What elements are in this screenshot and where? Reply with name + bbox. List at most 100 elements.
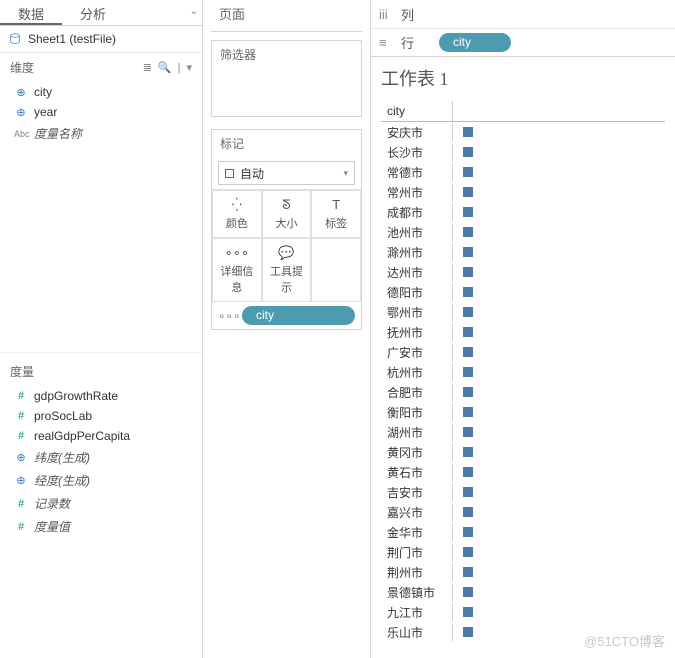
divider-icon: |	[178, 62, 181, 74]
viz-rows[interactable]: 安庆市长沙市常德市常州市成都市池州市滁州市达州市德阳市鄂州市抚州市广安市杭州市合…	[381, 122, 665, 642]
table-row[interactable]: 常德市	[381, 162, 665, 182]
filters-drop-area[interactable]	[212, 68, 361, 116]
hash-icon: #	[14, 430, 28, 442]
data-mark[interactable]	[463, 447, 473, 457]
data-mark[interactable]	[463, 247, 473, 257]
row-label: 池州市	[381, 224, 453, 241]
measure-field[interactable]: #proSocLab	[0, 406, 202, 426]
data-mark[interactable]	[463, 367, 473, 377]
hash-icon: #	[14, 410, 28, 422]
field-label: city	[34, 85, 52, 99]
data-mark[interactable]	[463, 567, 473, 577]
dimensions-list: ⊕city⊕yearAbc度量名称	[0, 80, 202, 147]
left-tabs: 数据 分析 ⌄	[0, 0, 202, 26]
measure-field[interactable]: #gdpGrowthRate	[0, 386, 202, 406]
data-mark[interactable]	[463, 387, 473, 397]
table-row[interactable]: 衡阳市	[381, 402, 665, 422]
measure-field[interactable]: #realGdpPerCapita	[0, 426, 202, 446]
data-mark[interactable]	[463, 407, 473, 417]
table-row[interactable]: 达州市	[381, 262, 665, 282]
data-mark[interactable]	[463, 627, 473, 637]
table-row[interactable]: 广安市	[381, 342, 665, 362]
tab-analysis[interactable]: 分析	[62, 0, 124, 25]
measure-field[interactable]: ⊕经度(生成)	[0, 469, 202, 492]
data-mark[interactable]	[463, 267, 473, 277]
table-row[interactable]: 嘉兴市	[381, 502, 665, 522]
data-mark[interactable]	[463, 587, 473, 597]
data-mark[interactable]	[463, 487, 473, 497]
detail-icon[interactable]: ∘∘∘	[218, 309, 238, 323]
data-pane: 数据 分析 ⌄ Sheet1 (testFile) 维度 ≣ 🔍 | ▾ ⊕ci…	[0, 0, 203, 658]
measure-field[interactable]: ⊕纬度(生成)	[0, 446, 202, 469]
table-row[interactable]: 杭州市	[381, 362, 665, 382]
data-mark[interactable]	[463, 307, 473, 317]
measure-field[interactable]: #记录数	[0, 492, 202, 515]
table-row[interactable]: 湖州市	[381, 422, 665, 442]
menu-caret-icon[interactable]: ▾	[186, 61, 192, 74]
data-mark[interactable]	[463, 227, 473, 237]
field-label: 记录数	[34, 495, 70, 512]
table-row[interactable]: 德阳市	[381, 282, 665, 302]
data-mark[interactable]	[463, 427, 473, 437]
mark-btn-详细信息[interactable]: ∘∘∘详细信息	[212, 238, 262, 302]
rows-shelf[interactable]: ≡ 行 city	[371, 28, 675, 56]
table-row[interactable]: 常州市	[381, 182, 665, 202]
data-mark[interactable]	[463, 347, 473, 357]
table-row[interactable]: 滁州市	[381, 242, 665, 262]
row-label: 合肥市	[381, 384, 453, 401]
row-label: 成都市	[381, 204, 453, 221]
dimension-field[interactable]: ⊕year	[0, 102, 202, 122]
view-list-icon[interactable]: ≣	[143, 61, 152, 74]
mark-btn-标签[interactable]: T标签	[311, 190, 361, 238]
viz-header-city[interactable]: city	[381, 101, 453, 121]
table-row[interactable]: 成都市	[381, 202, 665, 222]
table-row[interactable]: 荆州市	[381, 562, 665, 582]
rows-pill-city[interactable]: city	[439, 33, 511, 52]
detail-pill-city[interactable]: city	[242, 306, 355, 325]
table-row[interactable]: 合肥市	[381, 382, 665, 402]
table-row[interactable]: 黄石市	[381, 462, 665, 482]
mark-btn-工具提示[interactable]: 💬工具提示	[262, 238, 312, 302]
data-mark[interactable]	[463, 127, 473, 137]
globe-icon: ⊕	[14, 451, 28, 464]
table-row[interactable]: 长沙市	[381, 142, 665, 162]
dimensions-header: 维度 ≣ 🔍 | ▾	[0, 53, 202, 80]
data-mark[interactable]	[463, 167, 473, 177]
row-label: 达州市	[381, 264, 453, 281]
table-row[interactable]: 鄂州市	[381, 302, 665, 322]
table-row[interactable]: 抚州市	[381, 322, 665, 342]
data-mark[interactable]	[463, 147, 473, 157]
measure-field[interactable]: #度量值	[0, 515, 202, 538]
table-row[interactable]: 池州市	[381, 222, 665, 242]
search-icon[interactable]: 🔍	[158, 61, 172, 74]
table-row[interactable]: 景德镇市	[381, 582, 665, 602]
table-row[interactable]: 吉安市	[381, 482, 665, 502]
tab-data[interactable]: 数据	[0, 0, 62, 25]
data-mark[interactable]	[463, 507, 473, 517]
data-mark[interactable]	[463, 607, 473, 617]
data-mark[interactable]	[463, 187, 473, 197]
dimension-field[interactable]: ⊕city	[0, 82, 202, 102]
data-mark[interactable]	[463, 527, 473, 537]
data-mark[interactable]	[463, 327, 473, 337]
table-row[interactable]: 安庆市	[381, 122, 665, 142]
dimension-field[interactable]: Abc度量名称	[0, 122, 202, 145]
table-row[interactable]: 黄冈市	[381, 442, 665, 462]
table-row[interactable]: 金华市	[381, 522, 665, 542]
table-row[interactable]: 九江市	[381, 602, 665, 622]
mark-btn-大小[interactable]: ᘕ大小	[262, 190, 312, 238]
row-label: 湖州市	[381, 424, 453, 441]
data-mark[interactable]	[463, 547, 473, 557]
columns-shelf[interactable]: iii 列	[371, 0, 675, 28]
row-label: 安庆市	[381, 124, 453, 141]
data-mark[interactable]	[463, 467, 473, 477]
datasource-row[interactable]: Sheet1 (testFile)	[0, 26, 202, 53]
data-mark[interactable]	[463, 207, 473, 217]
worksheet-title[interactable]: 工作表 1	[381, 65, 665, 91]
mark-type-select[interactable]: 自动 ▾	[218, 161, 355, 185]
data-mark[interactable]	[463, 287, 473, 297]
pages-card-title: 页面	[211, 0, 362, 32]
tab-dropdown-icon[interactable]: ⌄	[190, 0, 202, 25]
mark-btn-颜色[interactable]: ⁛颜色	[212, 190, 262, 238]
table-row[interactable]: 荆门市	[381, 542, 665, 562]
